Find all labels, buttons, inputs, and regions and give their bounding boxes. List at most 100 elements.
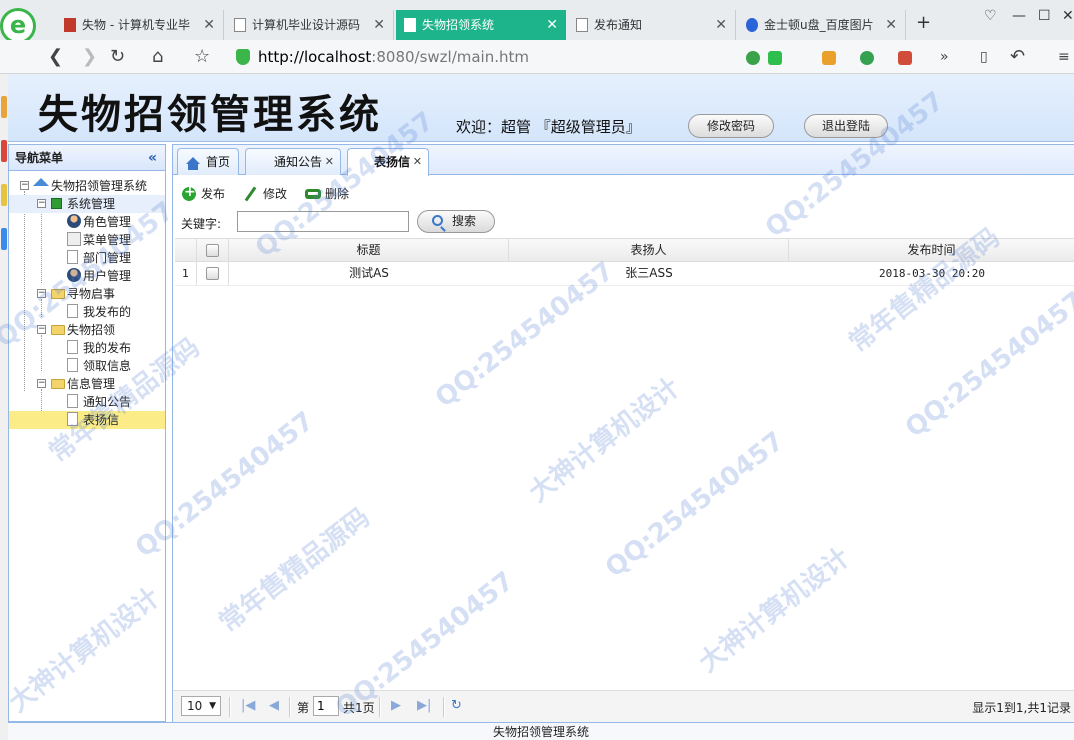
undo-icon[interactable]: ↶ [1010,46,1025,67]
sidebar-app-icon[interactable] [1,96,7,118]
close-icon[interactable]: ✕ [203,10,215,40]
secure-shield-icon [236,49,250,65]
collapse-toggle-icon[interactable]: − [20,181,29,190]
delete-button[interactable]: 删除 [305,185,349,203]
change-password-button[interactable]: 修改密码 [688,114,774,138]
edit-button[interactable]: 修改 [243,185,287,203]
apps-icon[interactable] [822,51,836,65]
tree-item-menu[interactable]: 菜单管理 [9,231,165,249]
file-icon [67,340,78,354]
collapse-toggle-icon[interactable]: − [37,199,46,208]
close-icon[interactable]: ✕ [885,10,897,40]
folder-icon [51,325,65,335]
new-tab-icon[interactable]: + [916,12,931,33]
tree-item-claims[interactable]: 领取信息 [9,357,165,375]
row-checkbox[interactable] [206,267,219,280]
close-icon[interactable]: ✕ [715,10,727,40]
close-window-icon[interactable]: ✕ [1062,8,1074,24]
tree-group-info[interactable]: − 信息管理 [9,375,165,393]
prev-page-icon[interactable]: ◀ [269,698,279,713]
tree-item-my-releases[interactable]: 我的发布 [9,339,165,357]
tree-item-notices[interactable]: 通知公告 [9,393,165,411]
add-icon [181,183,197,202]
tablet-icon[interactable]: ▯ [980,49,988,65]
sidebar-app-icon[interactable] [1,184,7,206]
tree-group-found[interactable]: − 失物招领 [9,321,165,339]
pdf-icon[interactable] [898,51,912,65]
last-page-icon[interactable]: ▶| [417,698,431,713]
page-number-input[interactable] [313,696,339,716]
browser-tab-1[interactable]: 失物 - 计算机专业毕 ✕ [56,10,224,40]
url-field[interactable]: http://localhost:8080/swzl/main.htm [232,45,732,69]
sidebar-app-icon[interactable] [1,140,7,162]
browser-sidebar [0,74,8,740]
content-tab-strip: 首页 通知公告 ✕ 表扬信 ✕ [173,145,1074,176]
extension-icon[interactable] [746,51,760,65]
tree-item-role[interactable]: 角色管理 [9,213,165,231]
browser-tab-label: 发布通知 [594,18,643,32]
page-icon [234,18,246,32]
security-icon[interactable] [860,51,874,65]
pager-separator [443,697,445,717]
collapse-toggle-icon[interactable]: − [37,289,46,298]
minimize-icon[interactable]: — [1012,8,1026,24]
collapse-toggle-icon[interactable]: − [37,379,46,388]
table-row[interactable]: 1 测试AS 张三ASS 2018-03-30 20:20 [175,262,1074,286]
tab-home[interactable]: 首页 [177,148,239,175]
forward-icon[interactable]: ❯ [82,46,97,67]
tab-label: 表扬信 [374,155,411,169]
tab-praise[interactable]: 表扬信 ✕ [347,148,429,176]
tree-group-seek[interactable]: − 寻物启事 [9,285,165,303]
keyword-input[interactable] [237,211,409,232]
file-icon [67,250,78,264]
close-icon[interactable]: ✕ [373,10,385,40]
tree-item-my-posts[interactable]: 我发布的 [9,303,165,321]
refresh-icon[interactable]: ↻ [451,698,462,713]
tab-notices[interactable]: 通知公告 ✕ [245,148,341,175]
column-header-person[interactable]: 表扬人 [509,239,789,262]
page-size-select[interactable]: 10 ▼ [181,696,221,716]
url-host: http://localhost [258,48,372,66]
home-icon[interactable]: ⌂ [152,46,163,67]
grid-header: 标题 表扬人 发布时间 [175,238,1074,262]
skin-icon[interactable]: ♡ [984,8,997,24]
logout-button[interactable]: 退出登陆 [804,114,888,138]
reload-icon[interactable]: ↻ [110,46,125,67]
tree-item-dept[interactable]: 部门管理 [9,249,165,267]
maximize-icon[interactable]: ☐ [1038,8,1051,24]
back-icon[interactable]: ❮ [48,46,63,67]
delete-label: 删除 [325,187,350,201]
tree-item-label: 用户管理 [83,269,132,283]
collapse-toggle-icon[interactable]: − [37,325,46,334]
first-page-icon[interactable]: |◀ [241,698,255,713]
page-total: 共1页 [343,701,375,715]
tree-group-label: 信息管理 [67,377,116,391]
column-header-time[interactable]: 发布时间 [789,239,1074,262]
lightning-icon[interactable] [768,51,782,65]
close-icon[interactable]: ✕ [325,149,334,175]
tree-root[interactable]: − 失物招领管理系统 [9,177,165,195]
tree-item-praise[interactable]: 表扬信 [9,411,165,429]
sidebar-app-icon[interactable] [1,228,7,250]
browser-tab-active[interactable]: 失物招领系统 ✕ [396,10,566,40]
collapse-icon[interactable]: « [148,145,157,171]
browser-tab-2[interactable]: 计算机毕业设计源码 ✕ [226,10,394,40]
star-icon[interactable]: ☆ [194,46,210,67]
browser-tab-5[interactable]: 金士顿u盘_百度图片 ✕ [738,10,906,40]
tree-group-system[interactable]: − 系统管理 [9,195,165,213]
browser-tab-4[interactable]: 发布通知 ✕ [568,10,736,40]
add-button[interactable]: 发布 [181,183,226,203]
home-icon [33,178,49,186]
select-all-checkbox[interactable] [206,244,219,257]
column-header-title[interactable]: 标题 [229,239,509,262]
next-page-icon[interactable]: ▶ [391,698,401,713]
tree-item-user[interactable]: 用户管理 [9,267,165,285]
tree-group-label: 系统管理 [67,197,116,211]
close-icon[interactable]: ✕ [413,149,422,175]
search-button[interactable]: 搜索 [417,210,495,233]
add-label: 发布 [201,187,226,201]
more-extensions-icon[interactable]: » [940,49,949,65]
menu-icon[interactable]: ≡ [1058,49,1070,65]
page-prefix: 第 [297,701,310,715]
close-icon[interactable]: ✕ [546,10,558,40]
